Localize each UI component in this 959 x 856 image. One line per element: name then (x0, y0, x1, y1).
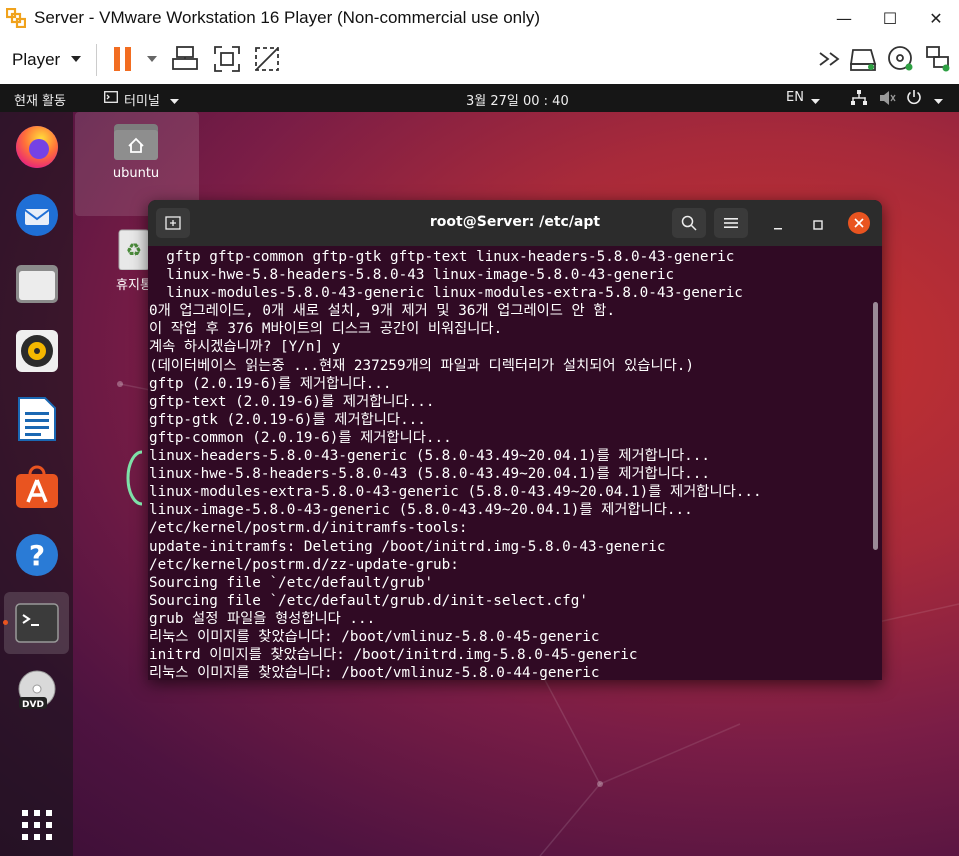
input-method-button[interactable]: EN (786, 90, 804, 105)
close-icon (854, 218, 864, 228)
cursor-indicator (126, 450, 143, 506)
files-icon[interactable] (12, 258, 62, 308)
network-icon[interactable] (923, 44, 953, 74)
maximize-button[interactable]: ☐ (867, 0, 913, 36)
terminal-line: gftp (2.0.19-6)를 제거합니다... (149, 375, 392, 392)
thunderbird-icon[interactable] (12, 190, 62, 240)
terminal-menu-button[interactable]: 터미널 (124, 90, 160, 109)
window-title: Server - VMware Workstation 16 Player (N… (34, 8, 541, 27)
terminal-line: 리눅스 이미지를 찾았습니다: /boot/vmlinuz-5.8.0-44-g… (149, 665, 600, 680)
ubuntu-dock: ? DVD (0, 112, 73, 856)
home-folder-icon (114, 124, 158, 160)
terminal-line: 계속 하시겠습니까? [Y/n] y (149, 339, 341, 356)
running-indicator (3, 620, 8, 625)
terminal-line: gftp-gtk (2.0.19-6)를 제거합니다... (149, 411, 426, 428)
terminal-maximize-button[interactable] (812, 216, 824, 235)
terminal-line: /etc/kernel/postrm.d/initramfs-tools: (149, 520, 468, 537)
svg-text:♻: ♻ (126, 240, 142, 261)
terminal-line: linux-headers-5.8.0-43-generic (5.8.0-43… (149, 448, 710, 465)
show-applications-icon[interactable] (12, 800, 62, 850)
terminal-close-button[interactable] (848, 212, 870, 234)
svg-text:?: ? (29, 539, 45, 572)
vmware-logo-icon (6, 8, 26, 28)
chevron-down-icon[interactable] (146, 54, 158, 64)
terminal-line: update-initramfs: Deleting /boot/initrd.… (149, 538, 666, 555)
terminal-line: 0개 업그레이드, 0개 새로 설치, 9개 제거 및 36개 업그레이드 안 … (149, 303, 616, 320)
terminal-header-bar[interactable]: root@Server: /etc/apt (148, 200, 882, 246)
minimize-button[interactable]: — (821, 0, 867, 36)
terminal-line: linux-hwe-5.8-headers-5.8.0-43 (5.8.0-43… (149, 466, 710, 483)
terminal-line: gftp-common (2.0.19-6)를 제거합니다... (149, 429, 452, 446)
rhythmbox-icon[interactable] (12, 326, 62, 376)
chevron-down-icon[interactable] (811, 94, 820, 109)
menu-icon (724, 218, 738, 228)
terminal-line: 이 작업 후 376 M바이트의 디스크 공간이 비워집니다. (149, 321, 503, 338)
terminal-minimize-button[interactable] (772, 216, 784, 235)
volume-muted-icon[interactable] (879, 90, 897, 110)
terminal-app-icon[interactable] (104, 91, 118, 107)
chevron-down-icon[interactable] (170, 94, 179, 109)
vmware-titlebar: Server - VMware Workstation 16 Player (N… (0, 0, 959, 36)
terminal-line: /etc/kernel/postrm.d/zz-update-grub: (149, 556, 459, 573)
hdd-icon[interactable] (848, 44, 878, 74)
pause-icon[interactable] (108, 44, 138, 74)
terminal-line: linux-modules-extra-5.8.0-43-generic (5.… (149, 484, 762, 501)
search-icon (681, 215, 697, 231)
terminal-line: linux-modules-5.8.0-43-generic linux-mod… (149, 285, 743, 302)
terminal-line: gftp gftp-common gftp-gtk gftp-text linu… (149, 249, 735, 265)
network-wired-icon[interactable] (851, 90, 867, 110)
terminal-line: linux-image-5.8.0-43-generic (5.8.0-43.4… (149, 502, 693, 519)
gnome-top-bar: 현재 활동 터미널 3월 27일 00 : 40 EN (0, 84, 959, 112)
ubuntu-software-icon[interactable] (12, 462, 62, 512)
vmware-toolbar: Player (0, 36, 959, 85)
terminal-line: initrd 이미지를 찾았습니다: /boot/initrd.img-5.8.… (149, 647, 638, 664)
chevron-down-icon[interactable] (70, 54, 82, 64)
home-folder-desktop-icon[interactable]: ubuntu (88, 120, 184, 181)
chevron-down-icon[interactable] (934, 94, 943, 109)
desktop-icon-label: ubuntu (112, 166, 160, 181)
dvd-icon[interactable]: DVD (12, 666, 62, 716)
terminal-window[interactable]: root@Server: /etc/apt gftp gftp-common g… (148, 200, 882, 680)
hamburger-menu-button[interactable] (714, 208, 748, 238)
clock[interactable]: 3월 27일 00 : 40 (466, 90, 569, 109)
libreoffice-writer-icon[interactable] (12, 394, 62, 444)
cd-icon[interactable] (886, 44, 916, 74)
terminal-line: grub 설정 파일을 형성합니다 ... (149, 610, 376, 627)
close-button[interactable]: ✕ (913, 0, 959, 36)
terminal-output[interactable]: gftp gftp-common gftp-gtk gftp-text linu… (148, 248, 868, 680)
terminal-line: gftp-text (2.0.19-6)를 제거합니다... (149, 393, 435, 410)
help-icon[interactable]: ? (12, 530, 62, 580)
more-icon[interactable] (815, 44, 845, 74)
search-button[interactable] (672, 208, 706, 238)
power-icon[interactable] (906, 89, 922, 109)
activities-button[interactable]: 현재 활동 (14, 90, 66, 109)
svg-text:DVD: DVD (22, 700, 44, 710)
ubuntu-desktop: 현재 활동 터미널 3월 27일 00 : 40 EN ? DVD ubuntu… (0, 84, 959, 856)
terminal-line: linux-hwe-5.8-headers-5.8.0-43 linux-ima… (149, 267, 675, 284)
terminal-line: Sourcing file `/etc/default/grub.d/init-… (149, 592, 588, 609)
terminal-scrollbar[interactable] (873, 302, 878, 550)
terminal-line: 리눅스 이미지를 찾았습니다: /boot/vmlinuz-5.8.0-45-g… (149, 628, 600, 645)
unity-icon[interactable] (252, 44, 282, 74)
send-ctrl-alt-del-icon[interactable] (170, 44, 200, 74)
terminal-line: (데이터베이스 읽는중 ...현재 237259개의 파일과 디렉터리가 설치되… (149, 357, 694, 374)
firefox-icon[interactable] (12, 122, 62, 172)
trash-icon: ♻ (118, 229, 150, 271)
fullscreen-icon[interactable] (212, 44, 242, 74)
terminal-line: Sourcing file `/etc/default/grub' (149, 574, 434, 591)
player-menu-button[interactable]: Player (12, 50, 60, 70)
terminal-dock-icon[interactable] (12, 598, 62, 648)
